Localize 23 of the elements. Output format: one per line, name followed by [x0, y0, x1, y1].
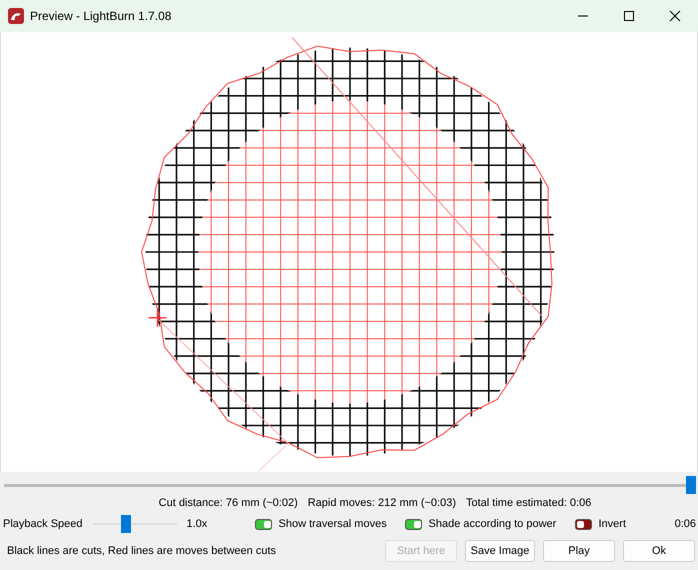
- speed-thumb[interactable]: [121, 515, 132, 533]
- maximize-icon[interactable]: [623, 10, 635, 22]
- stat-text: Cut distance: 76 mm (~0:02): [158, 496, 298, 511]
- app-logo-icon: [8, 8, 24, 24]
- toggle-label: Invert: [598, 516, 626, 532]
- stat-text: Total time estimated: 0:06: [466, 496, 592, 511]
- progress-thumb[interactable]: [686, 476, 696, 494]
- ok-button[interactable]: Ok: [623, 540, 695, 562]
- time-text: 0:06: [674, 516, 696, 532]
- playback-speed-label: Playback Speed: [3, 516, 82, 532]
- toggle-label: Show traversal moves: [278, 516, 387, 532]
- window-title: Preview - LightBurn 1.7.08: [30, 8, 172, 25]
- speed-reading: 1.0x: [186, 516, 208, 532]
- play-button[interactable]: Play: [543, 540, 615, 562]
- legend-text: Black lines are cuts, Red lines are moves between cuts: [7, 544, 276, 559]
- close-icon[interactable]: [669, 10, 681, 22]
- toggle-switch[interactable]: [254, 518, 272, 530]
- toggle-label: Shade according to power: [428, 516, 556, 532]
- toggle-switch[interactable]: [404, 518, 422, 530]
- save-image-button[interactable]: Save Image: [465, 540, 535, 562]
- toggle-switch[interactable]: [574, 518, 592, 530]
- stat-text: Rapid moves: 212 mm (~0:03): [308, 496, 456, 511]
- start-here-button: Start here: [385, 540, 457, 562]
